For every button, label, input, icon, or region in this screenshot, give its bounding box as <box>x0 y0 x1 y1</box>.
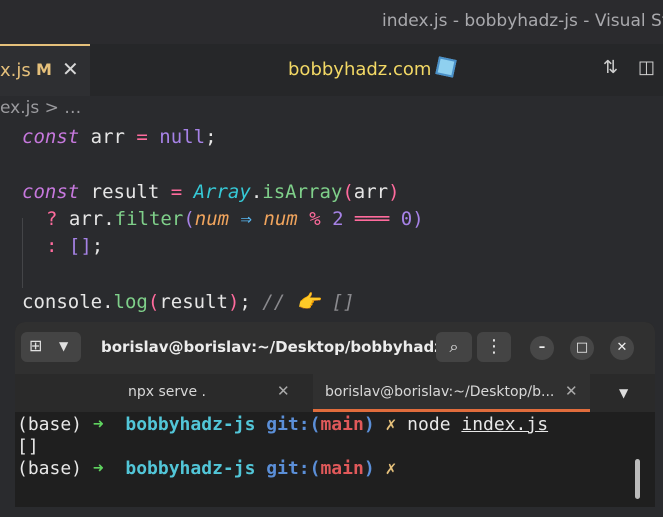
breadcrumb[interactable]: ex.js > … <box>0 98 81 118</box>
close-tab-icon[interactable]: ✕ <box>277 382 290 400</box>
menu-icon[interactable]: ⋮ <box>477 332 511 362</box>
code-line-5: : []; <box>46 235 104 257</box>
code-line-3: const result = Array.isArray(arr) <box>22 181 400 203</box>
minimize-button[interactable]: – <box>530 336 554 360</box>
terminal-line-2: [] <box>17 436 39 457</box>
editor-tab-index-js[interactable]: x.js M ✕ <box>0 44 90 96</box>
terminal-line-3: (base) ➜ bobbyhadz-js git:(main) ✗ <box>17 458 397 479</box>
split-editor-icon[interactable]: ◫ <box>638 57 655 78</box>
tabs-dropdown-icon[interactable]: ▼ <box>619 386 628 400</box>
terminal-scrollbar[interactable] <box>635 459 640 499</box>
maximize-button[interactable]: □ <box>570 336 594 360</box>
new-terminal-icon[interactable]: ⊞ <box>29 336 42 355</box>
close-tab-icon[interactable]: ✕ <box>565 382 578 400</box>
terminal-header: ⊞ ▼ borislav@borislav:~/Desktop/bobbyhad… <box>15 322 655 374</box>
chevron-down-icon[interactable]: ▼ <box>59 339 68 353</box>
code-line-1: const arr = null; <box>22 126 217 148</box>
terminal-line-1: (base) ➜ bobbyhadz-js git:(main) ✗ node … <box>17 414 549 435</box>
site-label: bobbyhadz.com <box>288 59 432 80</box>
close-tab-icon[interactable]: ✕ <box>62 57 79 81</box>
code-line-7: console.log(result); // 👉 [] <box>22 291 355 313</box>
terminal-window[interactable]: ⊞ ▼ borislav@borislav:~/Desktop/bobbyhad… <box>15 322 655 507</box>
modified-badge: M <box>36 60 52 79</box>
new-tab-button-group[interactable]: ⊞ ▼ <box>21 332 81 362</box>
cube-icon <box>435 56 458 78</box>
terminal-title: borislav@borislav:~/Desktop/bobbyhadz-r.… <box>101 338 472 356</box>
source-control-icon[interactable]: ⇅ <box>603 57 618 78</box>
window-titlebar: index.js - bobbyhadz-js - Visual Stu <box>0 0 663 44</box>
terminal-tab-borislav[interactable]: borislav@borislav:~/Desktop/b... ✕ <box>313 374 590 412</box>
close-button[interactable]: ✕ <box>610 336 634 360</box>
terminal-tab-npx-serve[interactable]: npx serve . ✕ <box>15 374 313 412</box>
center-title: bobbyhadz.com <box>288 56 458 80</box>
terminal-tabbar: npx serve . ✕ borislav@borislav:~/Deskto… <box>15 374 655 412</box>
code-editor[interactable]: const arr = null; const result = Array.i… <box>0 120 663 330</box>
window-title: index.js - bobbyhadz-js - Visual Stu <box>382 11 663 31</box>
tab-filename: x.js <box>0 60 31 81</box>
code-line-4: ? arr.filter(num ⇒ num % 2 ═══ 0) <box>46 208 424 230</box>
search-icon[interactable]: ⌕ <box>436 332 472 362</box>
indent-guide <box>22 218 23 288</box>
